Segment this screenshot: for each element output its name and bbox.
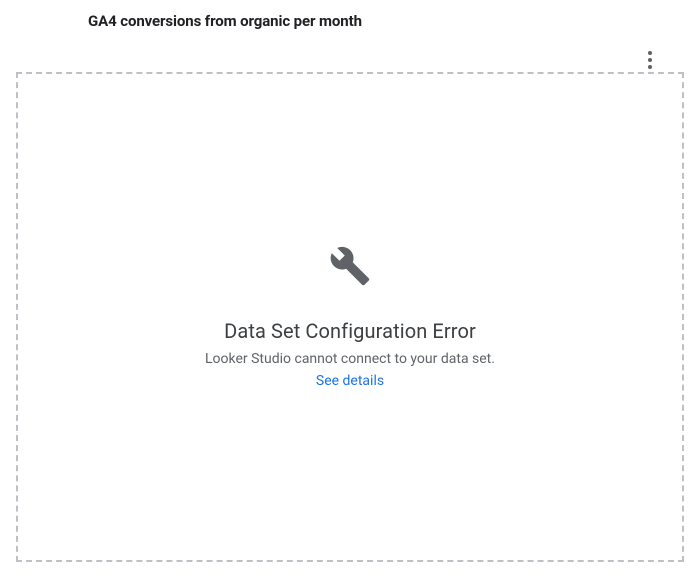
more-vert-icon xyxy=(648,65,652,69)
chart-panel: Data Set Configuration Error Looker Stud… xyxy=(16,72,684,562)
error-block: Data Set Configuration Error Looker Stud… xyxy=(205,245,495,389)
wrench-icon xyxy=(329,245,371,287)
header: GA4 conversions from organic per month xyxy=(0,0,700,30)
page-title: GA4 conversions from organic per month xyxy=(88,12,680,30)
more-options-button[interactable] xyxy=(638,48,662,72)
more-vert-icon xyxy=(648,58,652,62)
error-subtitle: Looker Studio cannot connect to your dat… xyxy=(205,351,495,367)
error-title: Data Set Configuration Error xyxy=(224,319,476,343)
see-details-link[interactable]: See details xyxy=(316,373,384,389)
more-vert-icon xyxy=(648,51,652,55)
